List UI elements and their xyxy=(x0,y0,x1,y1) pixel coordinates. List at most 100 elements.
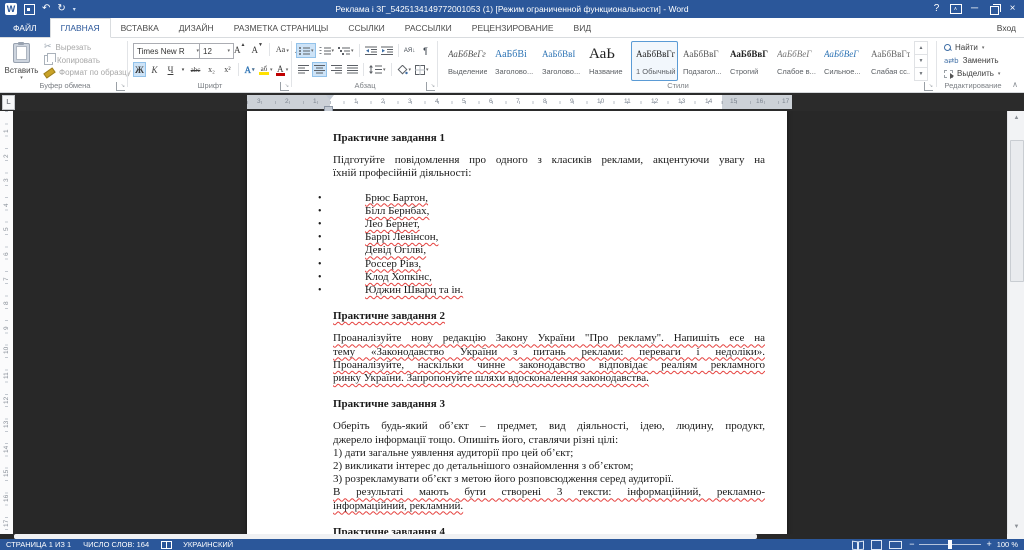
doc-line[interactable]: ринку України. Запропонуйте шляхи вдоско… xyxy=(333,372,765,385)
underline-caret-icon[interactable]: ▾ xyxy=(179,62,187,77)
style-item[interactable]: АаБбВеГ Слабое в... xyxy=(772,41,819,81)
minimize-button[interactable]: ─ xyxy=(965,0,984,18)
copy-button[interactable]: Копировать xyxy=(44,53,131,65)
status-page-count[interactable]: СТРАНИЦА 1 ИЗ 1 xyxy=(6,540,71,549)
multilevel-list-button[interactable]: ▾ xyxy=(337,43,355,58)
align-center-button[interactable] xyxy=(312,62,327,77)
doc-line[interactable]: Проаналізуйте нову редакцію Закону Украї… xyxy=(333,332,765,345)
doc-bullet-item[interactable]: • Білл Бернбах, xyxy=(318,205,765,218)
subscript-button[interactable]: x₂ xyxy=(204,62,219,77)
doc-line[interactable]: Проаналізуйте, наскільки чинне законодав… xyxy=(333,359,765,372)
doc-bullet-item[interactable]: • Юджин Шварц та ін. xyxy=(318,284,765,297)
doc-line[interactable]: їхній професійній діяльності: xyxy=(333,167,765,180)
superscript-button[interactable]: x² xyxy=(220,62,235,77)
shrink-font-button[interactable]: А▼ xyxy=(249,43,264,55)
zoom-slider-thumb[interactable] xyxy=(948,540,953,549)
font-name-combobox[interactable]: Times New R ▾ xyxy=(133,43,203,59)
replace-button[interactable]: a⇄b Заменить xyxy=(944,56,1000,65)
scroll-down-icon[interactable]: ▼ xyxy=(1008,524,1024,530)
paragraph-dialog-launcher[interactable] xyxy=(426,82,435,91)
doc-bullet-item[interactable]: • Брюс Бартон, xyxy=(318,192,765,205)
align-right-button[interactable] xyxy=(329,62,343,77)
cut-button[interactable]: ✂ Вырезать xyxy=(44,43,131,53)
style-item[interactable]: АаБбВвГт Слабая сс... xyxy=(866,41,913,81)
doc-line[interactable]: 1) дати загальне уявлення аудиторії про … xyxy=(333,447,765,460)
styles-scroll-down-icon[interactable]: ▼ xyxy=(915,55,927,68)
style-item[interactable]: АаБбВеГг Выделение xyxy=(443,41,490,81)
print-layout-icon[interactable] xyxy=(871,539,883,550)
doc-line[interactable]: Підготуйте повідомлення про одного з кла… xyxy=(333,154,765,167)
doc-heading[interactable]: Практичне завдання 1 xyxy=(333,132,765,145)
align-left-button[interactable] xyxy=(296,62,310,77)
help-icon[interactable]: ? xyxy=(927,0,946,18)
find-button[interactable]: Найти ▾ xyxy=(944,43,1000,52)
select-button[interactable]: Выделить ▾ xyxy=(944,69,1000,79)
paste-button[interactable]: Вставить ▾ xyxy=(3,42,40,84)
ribbon-tab[interactable]: ВСТАВКА xyxy=(111,18,169,37)
underline-button[interactable]: Ч xyxy=(163,62,178,77)
doc-line[interactable]: інформаційний, рекламний. xyxy=(333,500,765,513)
doc-heading[interactable]: Практичне завдання 2 xyxy=(333,310,765,323)
web-layout-icon[interactable] xyxy=(889,540,903,549)
shading-button[interactable]: ▾ xyxy=(396,62,413,77)
numbered-list-button[interactable]: ▾ xyxy=(318,43,336,58)
style-item[interactable]: АаБбВвГ Строгий xyxy=(725,41,772,81)
doc-bullet-item[interactable]: • Россер Рівз, xyxy=(318,258,765,271)
doc-line[interactable]: джерело інформації тощо. Опишіть його, с… xyxy=(333,434,765,447)
show-paragraph-marks-button[interactable]: ¶ xyxy=(419,43,433,58)
first-line-indent-marker[interactable] xyxy=(326,95,334,100)
tab-stop-selector[interactable]: L xyxy=(2,95,15,110)
doc-heading[interactable]: Практичне завдання 3 xyxy=(333,398,765,411)
proofing-status-icon[interactable] xyxy=(161,541,173,549)
collapse-ribbon-icon[interactable]: ∧ xyxy=(1012,80,1018,89)
sort-button[interactable]: АЯ↓ xyxy=(403,43,417,58)
ribbon-tab[interactable]: РАССЫЛКИ xyxy=(395,18,462,37)
doc-bullet-item[interactable]: • Клод Хопкінс, xyxy=(318,271,765,284)
ribbon-tab[interactable]: ГЛАВНАЯ xyxy=(49,18,111,38)
vertical-ruler[interactable]: 1 2 3 4 5 6 7 8 9 10 11 12 13 14 15 16 17 xyxy=(0,111,13,534)
style-item[interactable]: АаБбВвГ Подзагол... xyxy=(678,41,725,81)
ribbon-tab[interactable]: ССЫЛКИ xyxy=(338,18,394,37)
clipboard-dialog-launcher[interactable] xyxy=(116,82,125,91)
justify-button[interactable] xyxy=(345,62,359,77)
ribbon-tab[interactable]: РЕЦЕНЗИРОВАНИЕ xyxy=(462,18,564,37)
text-effects-button[interactable]: А ▾ xyxy=(242,62,257,77)
styles-scroll-up-icon[interactable]: ▲ xyxy=(915,42,927,55)
increase-indent-button[interactable] xyxy=(380,43,394,58)
doc-line[interactable]: 3) розрекламувати об’єкт з метою його ро… xyxy=(333,473,765,486)
borders-button[interactable]: ▾ xyxy=(414,62,430,77)
sign-in-button[interactable]: Вход xyxy=(997,18,1016,38)
format-painter-button[interactable]: Формат по образцу xyxy=(43,66,131,79)
ribbon-tab[interactable]: ВИД xyxy=(564,18,602,37)
vertical-scrollbar[interactable]: ▲ ▼ xyxy=(1007,111,1024,534)
strikethrough-button[interactable]: abc xyxy=(188,62,203,77)
zoom-in-button[interactable]: + xyxy=(986,540,991,549)
italic-button[interactable]: К xyxy=(147,62,162,77)
zoom-level[interactable]: 100 % xyxy=(997,540,1018,549)
vertical-scrollbar-thumb[interactable] xyxy=(1010,140,1024,282)
grow-font-button[interactable]: А▲ xyxy=(232,43,247,55)
style-item[interactable]: АаБбВі Заголово... xyxy=(490,41,537,81)
doc-line[interactable]: Оберіть будь-який об’єкт – предмет, вид … xyxy=(333,420,765,433)
font-color-button[interactable]: А ▾ xyxy=(275,62,290,77)
doc-line[interactable]: тему «Законодавство України з питань рек… xyxy=(333,346,765,359)
font-size-combobox[interactable]: 12 ▾ xyxy=(199,43,234,59)
style-item[interactable]: АаБбВеГ Сильное... xyxy=(819,41,866,81)
status-language[interactable]: УКРАИНСКИЙ xyxy=(183,540,233,549)
styles-more-icon[interactable]: ▼ xyxy=(915,68,927,80)
ribbon-tab[interactable]: ДИЗАЙН xyxy=(169,18,224,37)
doc-bullet-item[interactable]: • Лео Бернет, xyxy=(318,218,765,231)
doc-bullet-item[interactable]: • Девід Огілві, xyxy=(318,244,765,257)
ribbon-display-options-icon[interactable]: ∧ xyxy=(946,0,965,18)
change-case-button[interactable]: Аа ▾ xyxy=(274,45,291,54)
bullet-list-button[interactable]: ▾ xyxy=(296,43,316,58)
status-word-count[interactable]: ЧИСЛО СЛОВ: 164 xyxy=(83,540,149,549)
style-item[interactable]: АаЬ Название xyxy=(584,41,631,81)
style-item[interactable]: АаБбВвГгД 1 Обычный xyxy=(631,41,678,81)
ribbon-tab[interactable]: РАЗМЕТКА СТРАНИЦЫ xyxy=(224,18,339,37)
scroll-up-icon[interactable]: ▲ xyxy=(1008,115,1024,121)
text-highlight-button[interactable]: аб ▾ xyxy=(258,62,274,77)
restore-button[interactable] xyxy=(984,0,1003,18)
doc-line[interactable]: В результаті мають бути створені 3 текст… xyxy=(333,486,765,499)
line-spacing-button[interactable]: ▾ xyxy=(368,62,387,77)
